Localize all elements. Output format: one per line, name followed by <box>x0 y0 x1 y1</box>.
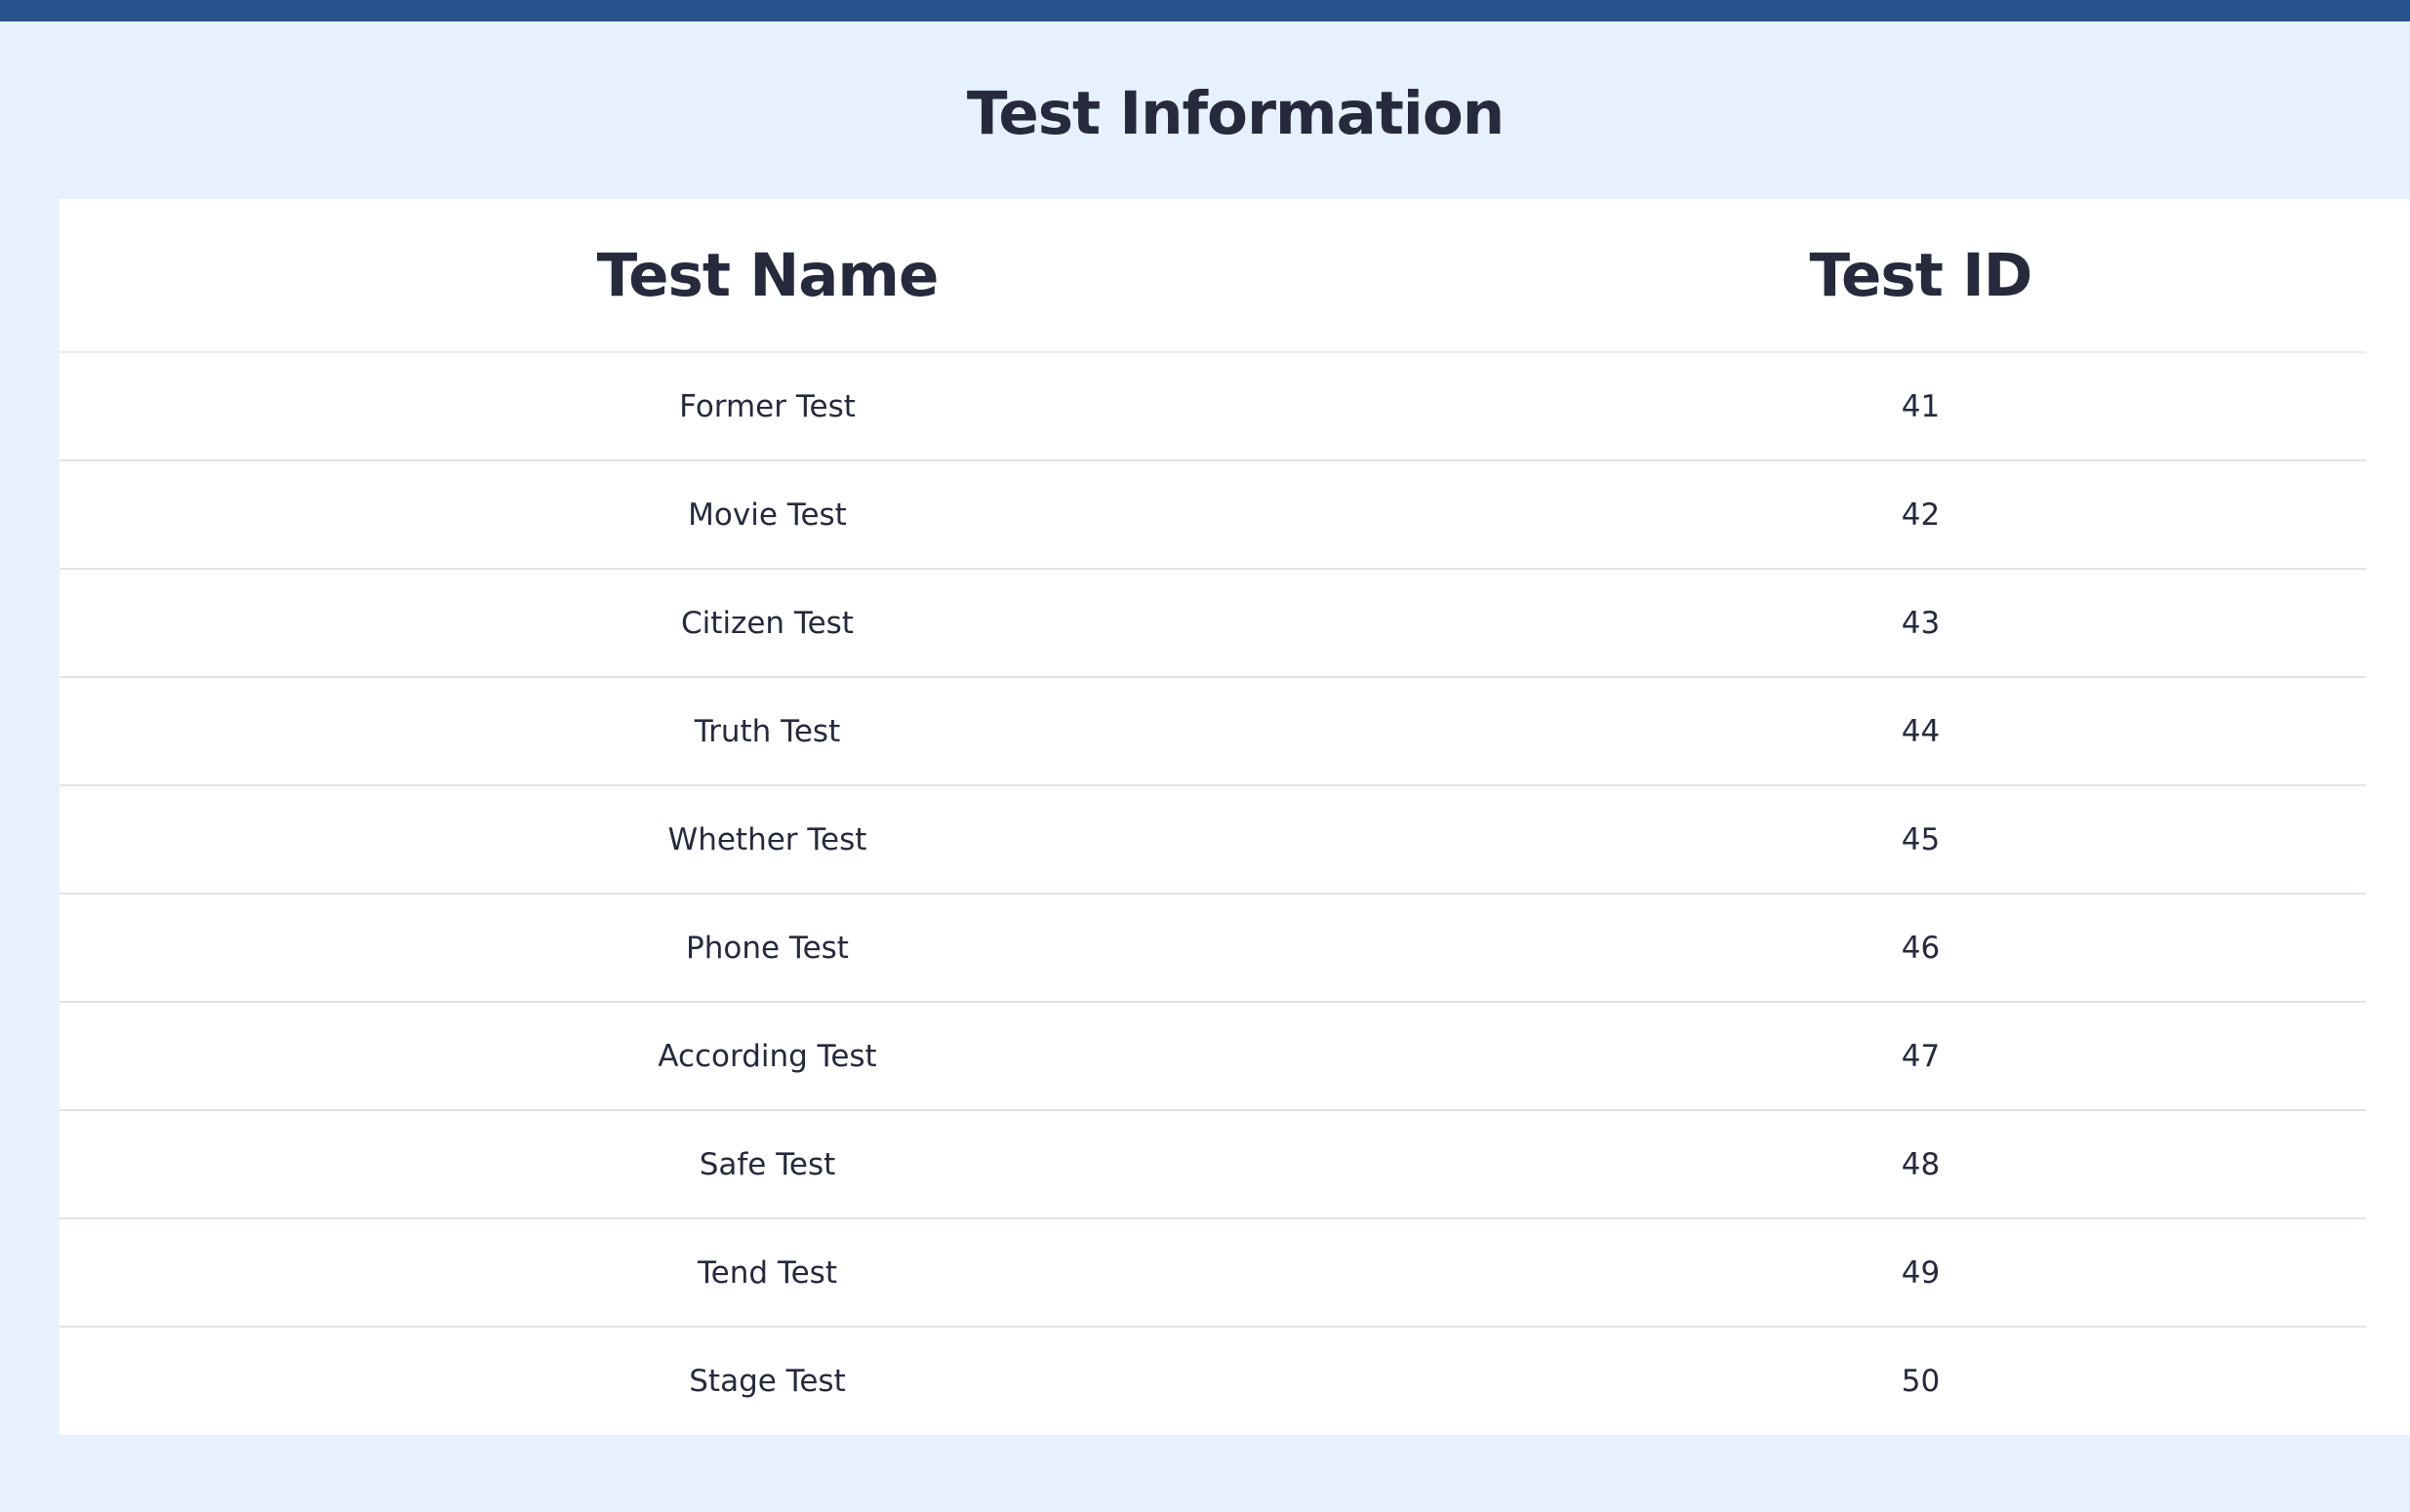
column-header-test-name: Test Name <box>60 199 1475 353</box>
test-id-cell: 47 <box>1475 1002 2366 1111</box>
test-name-cell: Whether Test <box>60 785 1475 895</box>
test-name-cell: According Test <box>60 1002 1475 1111</box>
table-row: Phone Test 46 <box>60 894 2366 1003</box>
test-name-cell: Citizen Test <box>60 569 1475 678</box>
test-id-cell: 45 <box>1475 785 2366 895</box>
test-id-cell: 41 <box>1475 352 2366 461</box>
table-row: Stage Test 50 <box>60 1327 2366 1434</box>
test-id-cell: 48 <box>1475 1110 2366 1219</box>
table-header-row: Test Name Test ID <box>60 199 2366 353</box>
test-name-cell: Phone Test <box>60 894 1475 1003</box>
table-row: Whether Test 45 <box>60 785 2366 895</box>
column-header-test-id: Test ID <box>1475 199 2366 353</box>
test-id-cell: 43 <box>1475 569 2366 678</box>
test-id-cell: 49 <box>1475 1218 2366 1328</box>
test-name-cell: Tend Test <box>60 1218 1475 1328</box>
top-bar <box>0 0 2410 21</box>
table-row: Tend Test 49 <box>60 1218 2366 1328</box>
test-table-card: Test Name Test ID Former Test 41 Movie T… <box>60 199 2410 1435</box>
test-id-cell: 42 <box>1475 460 2366 570</box>
test-name-cell: Former Test <box>60 352 1475 461</box>
table-row: Movie Test 42 <box>60 460 2366 570</box>
table-row: Safe Test 48 <box>60 1110 2366 1219</box>
test-table: Test Name Test ID Former Test 41 Movie T… <box>60 199 2366 1434</box>
table-row: According Test 47 <box>60 1002 2366 1111</box>
table-row: Truth Test 44 <box>60 677 2366 786</box>
test-name-cell: Movie Test <box>60 460 1475 570</box>
test-id-cell: 50 <box>1901 1363 1941 1399</box>
table-row: Former Test 41 <box>60 352 2366 461</box>
test-name-cell: Safe Test <box>60 1110 1475 1219</box>
test-name-cell: Stage Test <box>689 1363 846 1399</box>
test-id-cell: 46 <box>1475 894 2366 1003</box>
test-id-cell: 44 <box>1475 677 2366 786</box>
table-row: Citizen Test 43 <box>60 569 2366 678</box>
test-name-cell: Truth Test <box>60 677 1475 786</box>
page-title: Test Information <box>966 79 1505 148</box>
